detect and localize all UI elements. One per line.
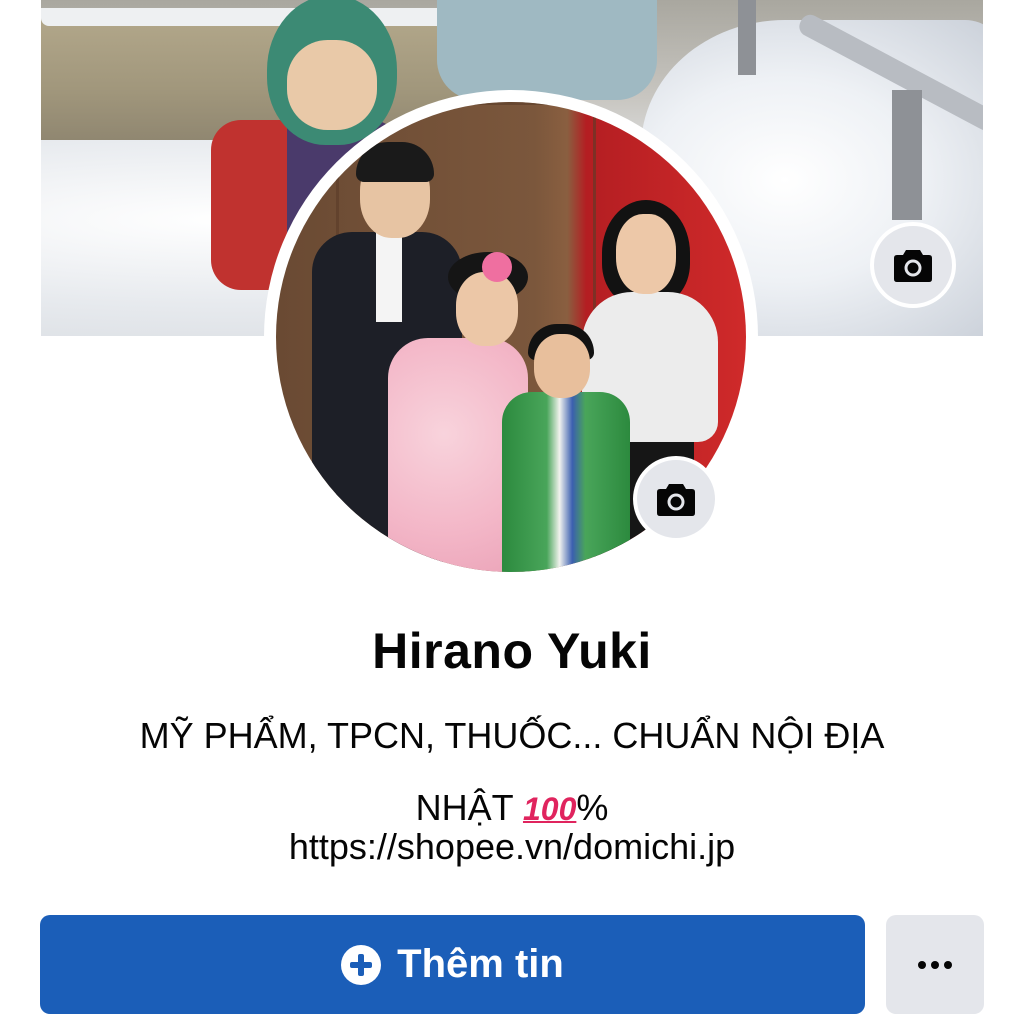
photo-hair-flower [482,252,512,282]
add-story-button[interactable]: Thêm tin [40,915,865,1014]
photo-person-face [456,272,518,346]
bio-text: % [576,787,609,828]
profile-bio: MỸ PHẨM, TPCN, THUỐC... CHUẨN NỘI ĐỊA NH… [60,700,964,845]
add-story-label: Thêm tin [397,942,564,986]
photo-person-face [534,334,590,398]
cover-child [437,0,657,100]
edit-profile-picture-button[interactable] [633,456,719,542]
cover-railing-post [738,0,756,75]
photo-person-face [616,214,676,294]
plus-circle-icon [341,944,382,985]
profile-website-link[interactable]: https://shopee.vn/domichi.jp [0,826,1024,868]
cover-railing-post [892,90,922,220]
photo-person-shirt [376,232,402,322]
bio-line: MỸ PHẨM, TPCN, THUỐC... CHUẨN NỘI ĐỊA [139,715,885,756]
cover-wall-snow [41,8,461,26]
hundred-points-emoji: 100 [522,791,577,827]
more-horizontal-icon [944,960,952,969]
more-horizontal-icon [931,960,939,969]
more-horizontal-icon [918,960,926,969]
edit-cover-photo-button[interactable] [870,222,956,308]
camera-icon [894,250,932,282]
bio-text: NHẬT [415,787,523,828]
profile-name: Hirano Yuki [372,623,652,679]
more-options-button[interactable] [886,915,984,1014]
photo-person-kimono [502,392,630,572]
camera-icon [657,484,695,516]
